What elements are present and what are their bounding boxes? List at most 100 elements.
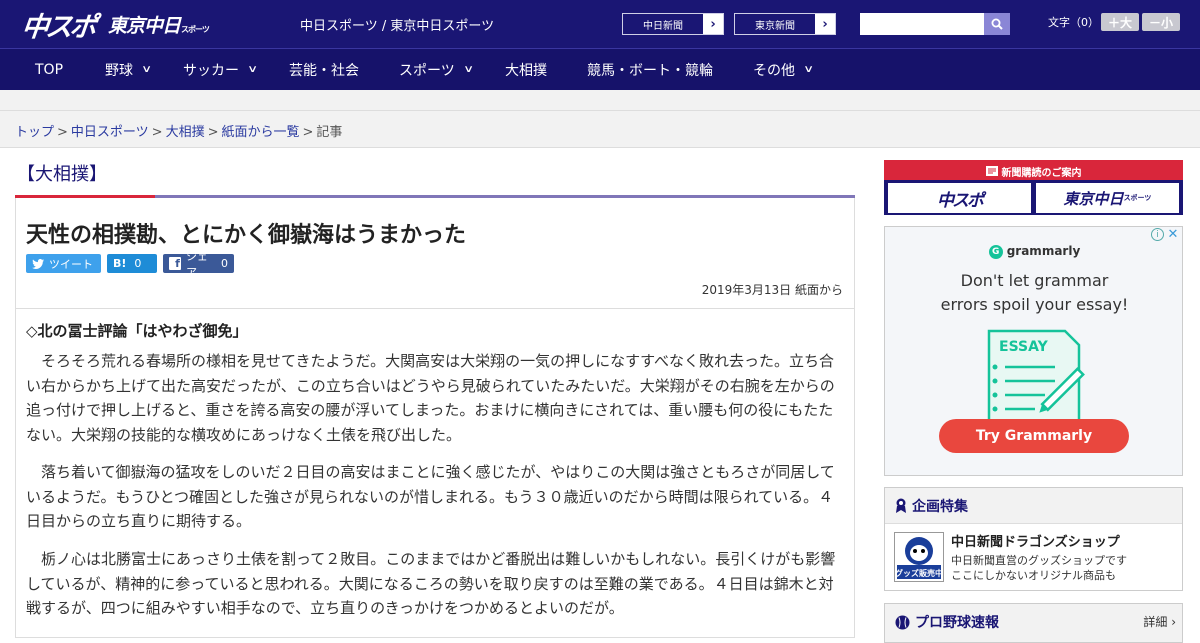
font-smaller-button[interactable]: －小: [1142, 13, 1180, 31]
search-button[interactable]: [984, 13, 1010, 35]
chevron-right-icon: ›: [815, 14, 835, 34]
facebook-share-button[interactable]: f シェア 0: [163, 250, 234, 279]
article-paragraph: そろそろ荒れる春場所の様相を見せてきたようだ。大関高安は大栄翔の一気の押しになす…: [26, 352, 835, 444]
hatena-bookmark-icon: B!: [113, 257, 127, 270]
nav-item-other[interactable]: その他 ∨: [753, 49, 815, 90]
nav-item-soccer[interactable]: サッカー ∨: [183, 49, 259, 90]
article-paragraph: 栃ノ心は北勝富士にあっさり土俵を割って２敗目。このままではかど番脱出は難しいかも…: [26, 550, 836, 617]
tweet-label: ツイート: [49, 257, 93, 271]
facebook-share-count: 0: [221, 257, 228, 270]
chunichi-shimbun-label: 中日新聞: [643, 20, 683, 32]
subscribe-banner-head: 新聞購読のご案内: [884, 162, 1183, 180]
nav-item-baseball[interactable]: 野球 ∨: [105, 49, 153, 90]
article-divider: [16, 308, 854, 309]
nav-item-top[interactable]: TOP: [35, 49, 63, 90]
dragons-mascot-icon: グッズ販売中: [895, 537, 943, 579]
breadcrumb-sep: >: [151, 125, 163, 140]
logo-tokyo-chunichi: 東京中日スポーツ: [108, 14, 210, 37]
search-input[interactable]: [860, 13, 984, 35]
font-larger-button[interactable]: ＋大: [1101, 13, 1139, 31]
breadcrumb-sep: >: [302, 125, 314, 140]
try-grammarly-button[interactable]: Try Grammarly: [939, 419, 1129, 453]
tokyo-shimbun-link[interactable]: 東京新聞 ›: [734, 13, 836, 35]
breadcrumb-sep: >: [207, 125, 219, 140]
breadcrumb-bar: トップ > 中日スポーツ > 大相撲 > 紙面から一覧 > 記事: [0, 110, 1200, 148]
breadcrumb-chunichi-sports[interactable]: 中日スポーツ: [71, 125, 149, 140]
logo-chuspo: 中スポ: [20, 11, 96, 43]
featured-head: 企画特集: [885, 488, 1182, 524]
tokyo-shimbun-label: 東京新聞: [755, 20, 795, 32]
dragons-shop-desc: ここにしかないオリジナル商品も: [951, 569, 1116, 582]
article-subhead: ◇北の冨士評論「はやわざ御免」: [26, 322, 248, 340]
ad-brand-name: grammarly: [1006, 244, 1081, 258]
subscribe-logo-tokyo-chunichi: 東京中日 スポーツ: [1036, 183, 1179, 213]
featured-head-label: 企画特集: [912, 498, 968, 515]
search-icon: [991, 18, 1003, 30]
hatena-button[interactable]: B! 0: [107, 254, 157, 273]
ad-headline-line2: errors spoil your essay!: [940, 295, 1129, 314]
site-tagline: 中日スポーツ / 東京中日スポーツ: [300, 19, 495, 34]
close-icon[interactable]: ✕: [1166, 227, 1180, 242]
subscribe-banner-label: 新聞購読のご案内: [1001, 167, 1082, 179]
nav-label: 野球: [105, 62, 133, 79]
breadcrumb-sep: >: [57, 125, 68, 140]
dragons-shop-thumb-text: グッズ販売中: [895, 568, 943, 578]
nav-label: 競馬・ボート・競輪: [587, 62, 713, 79]
hatena-count: 0: [134, 257, 142, 270]
chevron-down-icon: ∨: [803, 64, 815, 75]
baseball-icon: [895, 615, 910, 629]
essay-document-icon: ESSAY: [987, 329, 1085, 425]
dragons-shop-desc: 中日新聞直営のグッズショップです: [951, 554, 1127, 567]
nav-item-sumo[interactable]: 大相撲: [505, 49, 547, 90]
ad-info-icon[interactable]: i: [1151, 228, 1164, 241]
dragons-shop-title[interactable]: 中日新聞ドラゴンズショップ: [951, 531, 1120, 550]
scores-details-link[interactable]: 詳細 ›: [1143, 613, 1176, 630]
breadcrumb-top[interactable]: トップ: [15, 125, 54, 140]
nav-item-sports[interactable]: スポーツ ∨: [399, 49, 474, 90]
nav-label: その他: [753, 62, 795, 79]
baseball-scores-label: プロ野球速報: [915, 615, 999, 631]
nav-label: 大相撲: [505, 62, 547, 79]
font-size-label: 文字（0）: [1048, 16, 1099, 29]
breadcrumb-current: 記事: [316, 125, 343, 140]
chevron-down-icon: ∨: [247, 64, 259, 75]
main-nav: TOP 野球 ∨ サッカー ∨ 芸能・社会 スポーツ ∨ 大相撲 競馬・ボート・競輪 …: [0, 48, 1200, 90]
category-label: 【大相撲】: [17, 164, 107, 185]
essay-label: ESSAY: [999, 339, 1049, 355]
ribbon-icon: [896, 498, 906, 513]
chevron-down-icon: ∨: [462, 64, 474, 75]
featured-section: 企画特集 グッズ販売中 中日新聞ドラゴンズショップ 中日新聞直営のグッズショップ…: [884, 487, 1183, 591]
nav-item-racing[interactable]: 競馬・ボート・競輪: [587, 49, 713, 90]
ad-brand: Ggrammarly: [885, 244, 1184, 259]
baseball-scores-head: プロ野球速報: [895, 612, 999, 632]
chevron-right-icon: ›: [703, 14, 723, 34]
nav-gap: [0, 90, 1200, 110]
facebook-icon: f: [169, 257, 181, 270]
nav-label: スポーツ: [399, 62, 455, 79]
nav-label: 芸能・社会: [289, 62, 359, 79]
chevron-down-icon: ∨: [141, 64, 153, 75]
tweet-button[interactable]: ツイート: [26, 254, 101, 273]
chunichi-shimbun-link[interactable]: 中日新聞 ›: [622, 13, 724, 35]
breadcrumb-sumo[interactable]: 大相撲: [166, 125, 205, 140]
grammarly-logo-icon: G: [988, 244, 1003, 259]
publish-date: 2019年3月13日 紙面から: [701, 283, 843, 297]
site-logo[interactable]: 中スポ 東京中日スポーツ: [20, 7, 210, 43]
baseball-scores-section: プロ野球速報 詳細 ›: [884, 603, 1183, 643]
article-title: 天性の相撲勘、とにかく御嶽海はうまかった: [26, 223, 467, 248]
subscribe-banner[interactable]: 新聞購読のご案内 中スポ 東京中日 スポーツ: [884, 160, 1183, 215]
facebook-share-label: シェア: [185, 249, 208, 279]
ad-headline-line1: Don't let grammar: [960, 271, 1109, 290]
subscribe-logo-chuspo: 中スポ: [888, 183, 1031, 213]
breadcrumb-paper-list[interactable]: 紙面から一覧: [222, 125, 300, 140]
dragons-shop-thumbnail[interactable]: グッズ販売中: [894, 532, 944, 582]
breadcrumb: トップ > 中日スポーツ > 大相撲 > 紙面から一覧 > 記事: [15, 121, 342, 140]
grammarly-ad[interactable]: i ✕ Ggrammarly Don't let grammar errors …: [884, 226, 1183, 476]
site-header: 中スポ 東京中日スポーツ 中日スポーツ / 東京中日スポーツ 中日新聞 › 東京…: [0, 0, 1200, 48]
nav-item-entertainment[interactable]: 芸能・社会: [289, 49, 359, 90]
twitter-icon: [32, 258, 44, 269]
article-paragraph: 落ち着いて御嶽海の猛攻をしのいだ２日目の高安はまことに強く感じたが、やはりこの大…: [26, 463, 835, 530]
nav-label: TOP: [35, 61, 64, 78]
newspaper-icon: [985, 166, 998, 176]
nav-label: サッカー: [183, 62, 239, 79]
